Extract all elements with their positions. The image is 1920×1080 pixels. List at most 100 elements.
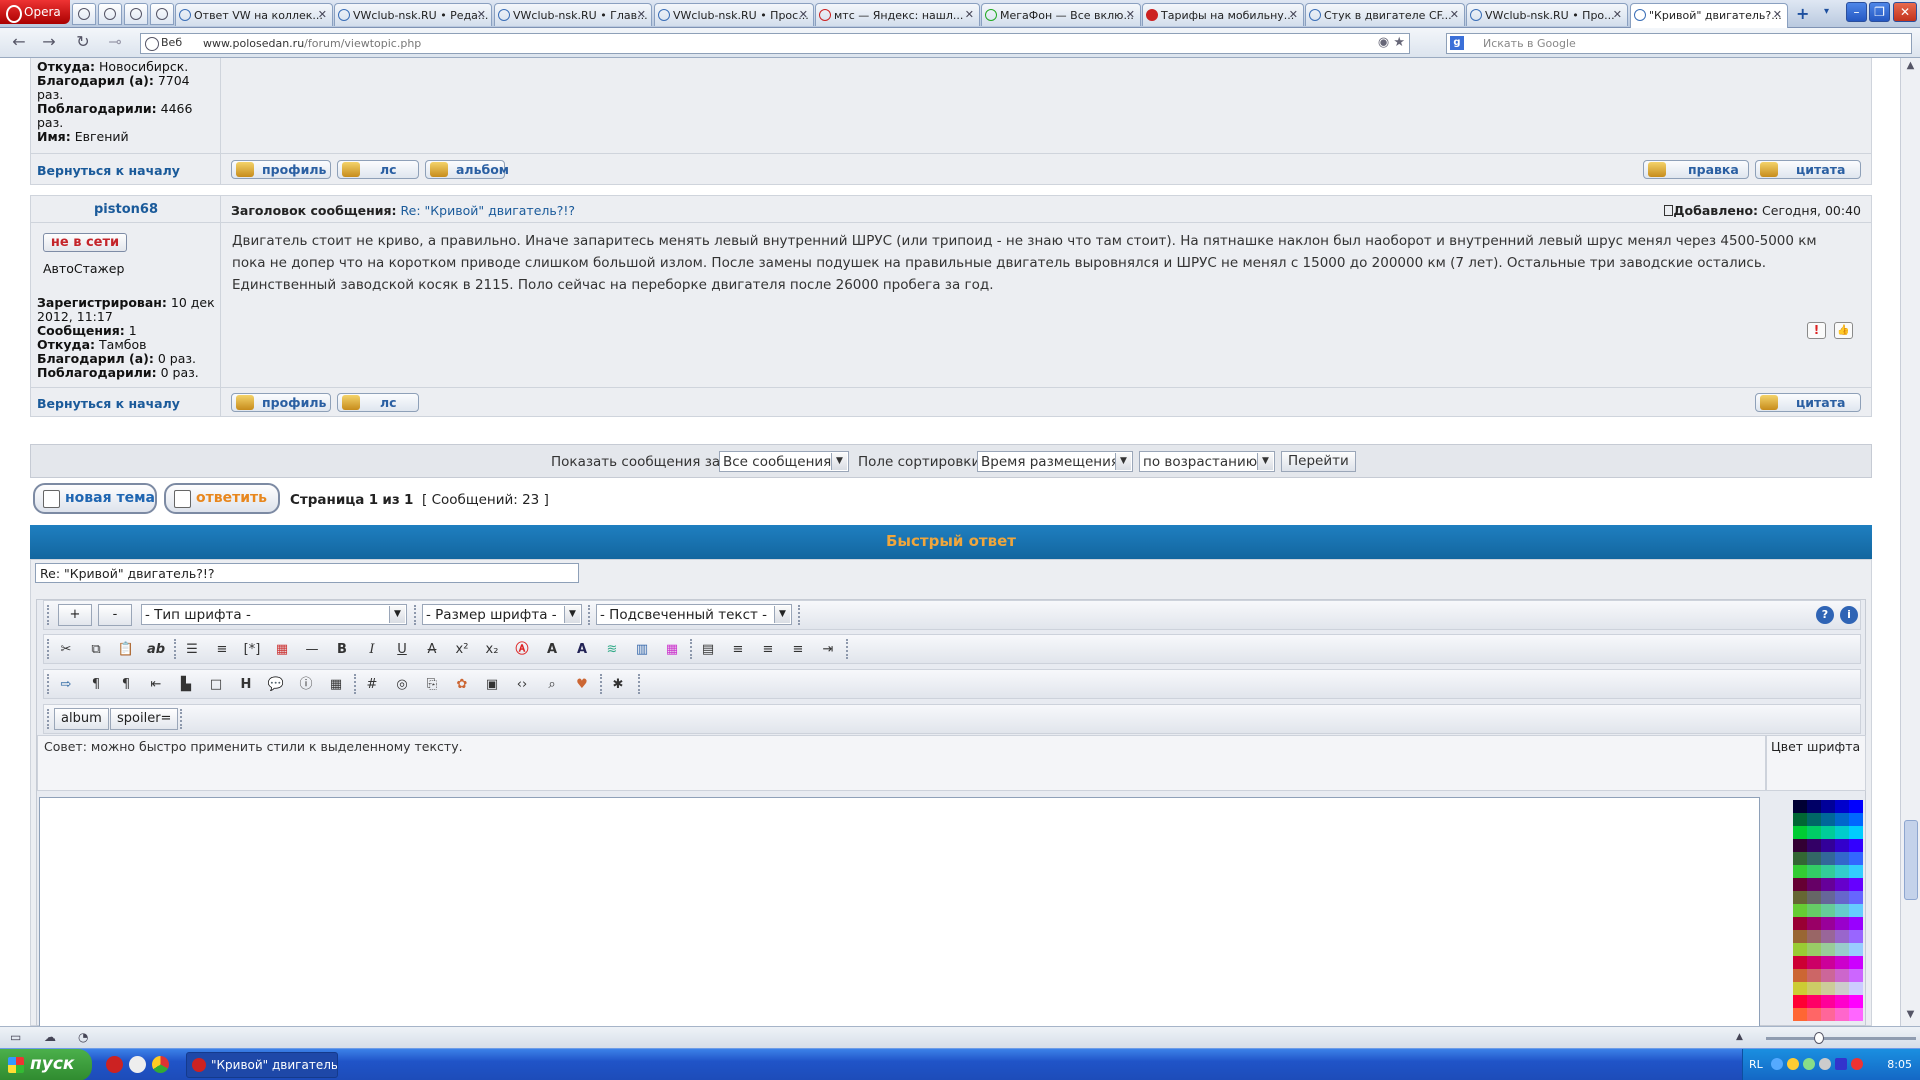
rainbow-icon[interactable]: ▦	[662, 640, 682, 660]
paste-icon[interactable]: 📋	[116, 640, 136, 660]
color-swatch[interactable]	[1807, 969, 1821, 982]
minimize-icon[interactable]: –	[1846, 2, 1867, 22]
blank-icon[interactable]: □	[206, 675, 226, 695]
color-swatch[interactable]	[1835, 917, 1849, 930]
outdent-icon[interactable]: ⇤	[146, 675, 166, 695]
numbered-list-icon[interactable]: ≡	[212, 640, 232, 660]
opera-quicklaunch-icon[interactable]	[106, 1056, 123, 1073]
color-swatch[interactable]	[1793, 891, 1807, 904]
color-swatch[interactable]	[1793, 839, 1807, 852]
close-tab-icon[interactable]: ✕	[1613, 8, 1622, 21]
color-swatch[interactable]	[1849, 891, 1863, 904]
color-swatch[interactable]	[1821, 800, 1835, 813]
panel-toggle-icon[interactable]: ▭	[10, 1030, 26, 1044]
color-swatch[interactable]	[1807, 878, 1821, 891]
back-to-top-link[interactable]: Вернуться к началу	[37, 163, 180, 178]
forward-icon[interactable]: →	[38, 33, 60, 53]
color-swatch[interactable]	[1821, 969, 1835, 982]
color-swatch[interactable]	[1835, 995, 1849, 1008]
taskbar-opera-window[interactable]: "Кривой" двигатель...	[186, 1052, 338, 1078]
bookmark-star-icon[interactable]: ★	[1393, 35, 1405, 50]
pm-button[interactable]: лс	[337, 160, 419, 179]
thanks-icon[interactable]: 👍	[1834, 322, 1853, 339]
image-icon[interactable]: ▣	[482, 675, 502, 695]
color-swatch[interactable]	[1849, 1008, 1863, 1021]
gradient-icon[interactable]: ▥	[632, 640, 652, 660]
color-swatch[interactable]	[1807, 891, 1821, 904]
color-swatch[interactable]	[1807, 904, 1821, 917]
code-icon[interactable]: ‹›	[512, 675, 532, 695]
tray-app-icon[interactable]	[1803, 1058, 1815, 1070]
zoom-slider-knob[interactable]	[1814, 1032, 1824, 1044]
color-swatch[interactable]	[1793, 1008, 1807, 1021]
language-indicator[interactable]: RL	[1749, 1058, 1763, 1071]
highlight-select[interactable]: - Подсвеченный текст - ▼	[596, 604, 792, 625]
enlarge-editor-button[interactable]: +	[58, 604, 92, 626]
browser-tab[interactable]: Стук в двигателе CF... ✕	[1305, 3, 1465, 26]
color-swatch[interactable]	[1835, 852, 1849, 865]
browser-tab[interactable]: МегаФон — Все вклю... ✕	[981, 3, 1141, 26]
color-swatch[interactable]	[1821, 878, 1835, 891]
cut-icon[interactable]: ✂	[56, 640, 76, 660]
align-right-icon[interactable]: ≡	[788, 640, 808, 660]
spellcheck-icon[interactable]: ab	[146, 640, 166, 660]
rss-icon[interactable]: ◉ ★	[1378, 35, 1405, 50]
color-swatch[interactable]	[1793, 904, 1807, 917]
new-topic-button[interactable]: новая тема	[33, 483, 157, 514]
color-swatch[interactable]	[1849, 839, 1863, 852]
attachment-icon[interactable]: ⎘	[422, 675, 442, 695]
google-search-icon[interactable]: g	[1450, 36, 1464, 50]
align-left-icon[interactable]: ≡	[728, 640, 748, 660]
color-swatch[interactable]	[1793, 813, 1807, 826]
scroll-up-icon[interactable]: ▲	[1903, 60, 1918, 75]
globe-icon[interactable]: ◎	[392, 675, 412, 695]
color-swatch[interactable]	[1793, 969, 1807, 982]
color-swatch[interactable]	[1835, 826, 1849, 839]
back-to-top-link[interactable]: Вернуться к началу	[37, 396, 180, 411]
marquee-icon[interactable]: ≋	[602, 640, 622, 660]
close-tab-icon[interactable]: ✕	[1773, 8, 1782, 21]
heading-icon[interactable]: H	[236, 675, 256, 695]
close-tab-icon[interactable]: ✕	[637, 8, 646, 21]
vwclub-pinned-tab-icon[interactable]	[124, 3, 148, 25]
new-tab-icon[interactable]: +	[1796, 4, 1809, 23]
color-swatch[interactable]	[1821, 852, 1835, 865]
color-swatch[interactable]	[1821, 943, 1835, 956]
color-swatch[interactable]	[1807, 995, 1821, 1008]
color-swatch[interactable]	[1835, 1008, 1849, 1021]
vwclub-pinned-tab-icon-2[interactable]	[150, 3, 174, 25]
tab-list-icon[interactable]: ▾	[1824, 6, 1829, 17]
browser-tab[interactable]: мтс — Яндекс: нашл... ✕	[815, 3, 980, 26]
color-swatch[interactable]	[1835, 956, 1849, 969]
color-swatch[interactable]	[1849, 943, 1863, 956]
youtube-icon[interactable]: ♥	[572, 675, 592, 695]
color-swatch[interactable]	[1793, 995, 1807, 1008]
color-swatch[interactable]	[1807, 839, 1821, 852]
color-swatch[interactable]	[1807, 930, 1821, 943]
quote-button[interactable]: цитата	[1755, 160, 1861, 179]
turbo-icon[interactable]: ◔	[78, 1030, 94, 1044]
help-icon[interactable]: ?	[1816, 606, 1834, 624]
color-swatch[interactable]	[1793, 852, 1807, 865]
bullet-list-icon[interactable]: ☰	[182, 640, 202, 660]
flash-icon[interactable]: ✿	[452, 675, 472, 695]
color-swatch[interactable]	[1835, 904, 1849, 917]
color-swatch[interactable]	[1807, 852, 1821, 865]
sort-field-select[interactable]: Время размещения ▼	[977, 451, 1133, 472]
color-swatch[interactable]	[1793, 800, 1807, 813]
browser-tab[interactable]: VWclub-nsk.RU • Глав... ✕	[494, 3, 652, 26]
zoom-menu-icon[interactable]: ▲	[1736, 1032, 1752, 1046]
color-swatch[interactable]	[1793, 917, 1807, 930]
color-swatch[interactable]	[1849, 826, 1863, 839]
copy-icon[interactable]: ⧉	[86, 640, 106, 660]
insert-table-icon[interactable]: ▦	[326, 675, 346, 695]
close-window-icon[interactable]: ✕	[1893, 2, 1917, 22]
justify-icon[interactable]: ▤	[698, 640, 718, 660]
ltr-icon[interactable]: ¶	[86, 675, 106, 695]
close-tab-icon[interactable]: ✕	[1450, 8, 1459, 21]
profile-button[interactable]: профиль	[231, 160, 331, 179]
list-item-icon[interactable]: [*]	[242, 640, 262, 660]
color-swatch[interactable]	[1849, 969, 1863, 982]
browser-tab[interactable]: Тарифы на мобильну... ✕	[1142, 3, 1304, 26]
color-swatch[interactable]	[1793, 982, 1807, 995]
